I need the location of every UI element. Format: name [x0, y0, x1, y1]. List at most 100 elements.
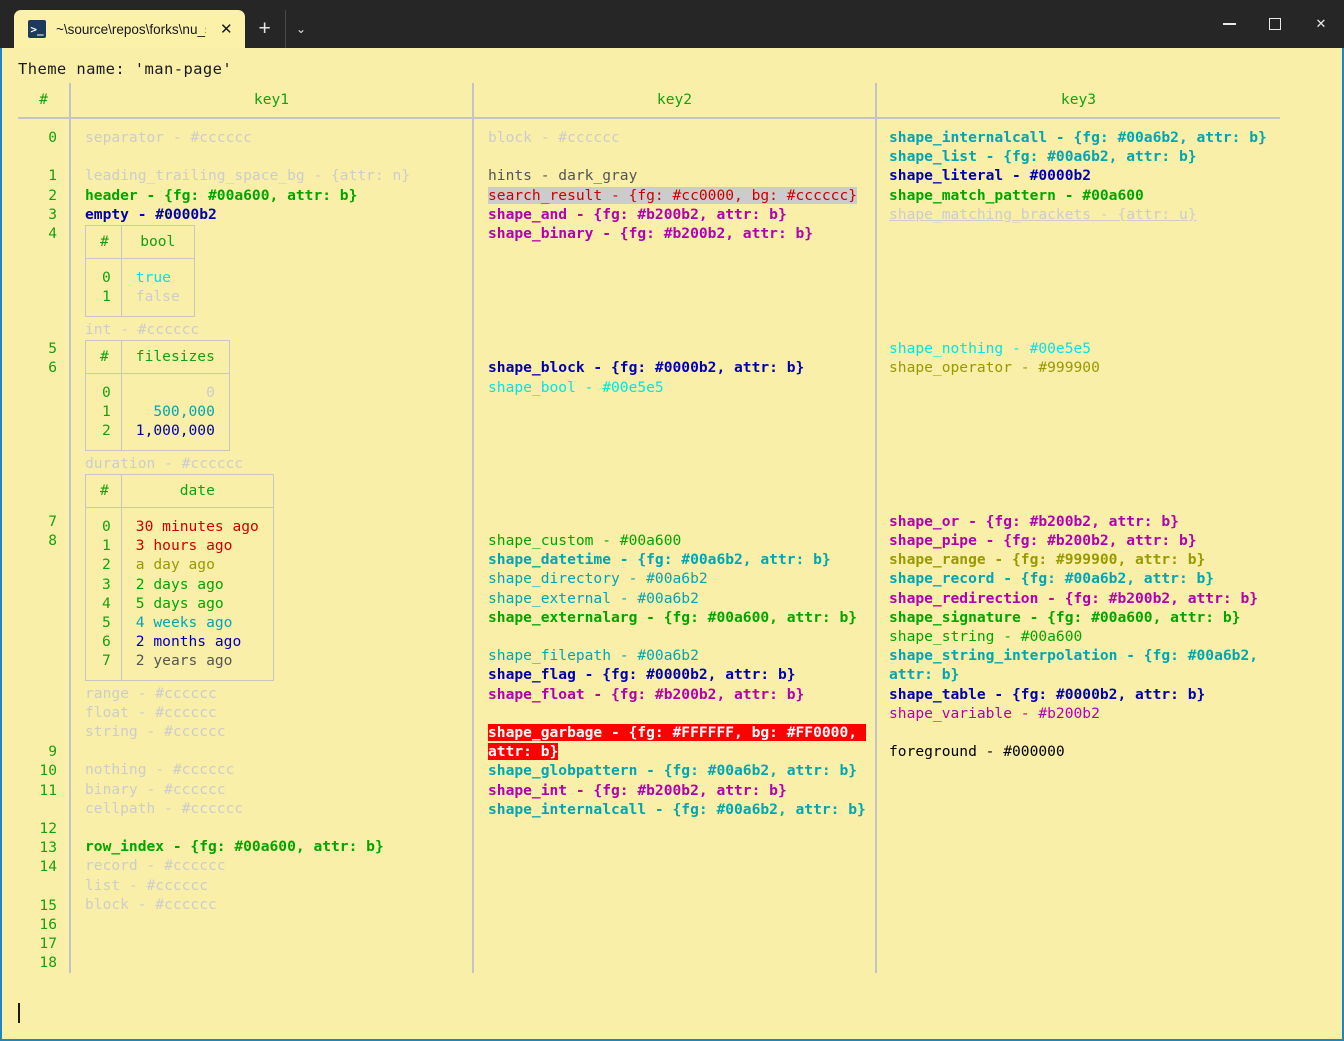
row-number: 7 — [48, 512, 57, 530]
bool-table-value: false — [135, 288, 180, 306]
filesizes-table-row: 1 500,000 — [85, 402, 230, 422]
date-table-row-index: 1 — [85, 536, 122, 556]
date-table-header-row: # date — [85, 474, 274, 509]
key1-line: cellpath - #cccccc — [85, 799, 472, 818]
key3-line — [889, 224, 1280, 243]
date-table-row-index: 7 — [85, 651, 122, 681]
key2-line — [488, 147, 875, 166]
bool-table-header-cell: bool — [121, 225, 195, 260]
key1-line: list - #cccccc — [85, 876, 472, 895]
tab-close-icon[interactable]: ✕ — [216, 20, 237, 38]
row-spacer — [18, 627, 69, 646]
terminal-viewport[interactable]: Theme name: 'man-page' # key1 key2 key3 — [0, 48, 1344, 1041]
row-spacer — [18, 569, 69, 588]
key1-line: float - #cccccc — [85, 703, 472, 722]
line-text: shape_record - {fg: #00a6b2, attr: b} — [889, 570, 1215, 588]
row-number: 13 — [39, 839, 57, 857]
key3-line: shape_matching_brackets - {attr: u} — [889, 205, 1280, 224]
date-table-value: 4 weeks ago — [135, 614, 233, 632]
key1-line — [85, 818, 472, 837]
date-table-row: 4 5 days ago — [85, 593, 274, 614]
line-text: foreground - #000000 — [889, 743, 1065, 761]
bool-table-value: true — [135, 269, 171, 287]
filesizes-table-header-row: # filesizes — [85, 340, 230, 375]
filesizes-table-row-index: 2 — [85, 421, 122, 451]
date-table: # date 0 30 minutes ago 1 3 hours ago 2 a day a… — [85, 473, 274, 681]
key3-line: shape_range - {fg: #999900, attr: b} — [889, 550, 1280, 569]
date-table-value: 2 years ago — [135, 652, 233, 670]
key1-line: string - #cccccc — [85, 722, 472, 741]
date-table-row: 3 2 days ago — [85, 574, 274, 594]
filesizes-table-row: 2 1,000,000 — [85, 421, 230, 451]
key2-head-lines: block - #cccccc hints - dark_gray search_… — [488, 128, 875, 569]
date-table-header-cell: date — [121, 474, 274, 509]
maximize-icon — [1269, 18, 1281, 30]
key2-line: shape_bool - #00e5e5 — [488, 378, 875, 397]
line-text: shape_matching_brackets - {attr: u} — [889, 205, 1197, 223]
key1-duration-text: duration - #cccccc — [85, 454, 472, 473]
key3-line: shape_variable - #b200b2 — [889, 704, 1280, 723]
key3-line: shape_string_interpolation - {fg: #00a6b… — [889, 646, 1280, 684]
close-button[interactable]: ✕ — [1298, 0, 1344, 48]
key1-line — [85, 741, 472, 760]
key2-line: shape_filepath - #00a6b2 — [488, 646, 875, 665]
key3-line: shape_record - {fg: #00a6b2, attr: b} — [889, 569, 1280, 588]
key1-line: separator - #cccccc — [85, 128, 472, 147]
key1-line: row_index - {fg: #00a600, attr: b} — [85, 837, 472, 856]
key2-line: shape_and - {fg: #b200b2, attr: b} — [488, 205, 875, 224]
key2-tail-lines: shape_directory - #00a6b2 shape_external … — [488, 569, 875, 819]
line-text: shape_literal - #0000b2 — [889, 167, 1092, 185]
row-spacer — [18, 550, 69, 569]
minimize-icon — [1222, 23, 1236, 25]
line-text: record - #cccccc — [85, 857, 226, 875]
row-number: 12 — [39, 819, 57, 837]
row-spacer — [18, 608, 69, 627]
text-cursor — [18, 1003, 20, 1023]
key2-line — [488, 397, 875, 416]
minimize-button[interactable] — [1206, 0, 1252, 48]
key2-line: shape_custom - #00a600 — [488, 531, 875, 550]
line-text: int - #cccccc — [85, 320, 200, 338]
maximize-button[interactable] — [1252, 0, 1298, 48]
chevron-down-icon[interactable]: ⌄ — [284, 10, 317, 48]
line-text: nothing - #cccccc — [85, 761, 235, 779]
key1-line: block - #cccccc — [85, 895, 472, 914]
key3-line — [889, 243, 1280, 262]
key3-line: shape_signature - {fg: #00a600, attr: b} — [889, 608, 1280, 627]
row-spacer — [18, 282, 69, 301]
row-number: 3 — [48, 205, 57, 223]
date-table-row-index: 3 — [85, 574, 122, 594]
row-spacer — [18, 243, 69, 262]
line-text: leading_trailing_space_bg - {attr: n} — [85, 167, 411, 185]
date-table-row: 2 a day ago — [85, 555, 274, 575]
filesizes-table-value: 0 — [206, 384, 215, 402]
row-spacer — [18, 416, 69, 435]
key3-line — [889, 723, 1280, 742]
line-text: shape_bool - #00e5e5 — [488, 378, 664, 396]
key2-line: shape_externalarg - {fg: #00a600, attr: … — [488, 608, 875, 627]
row-spacer — [18, 646, 69, 665]
tab-nu-script[interactable]: >_ ~\source\repos\forks\nu_scrip ✕ — [14, 10, 245, 48]
row-spacer — [18, 147, 69, 166]
line-text: shape_signature - {fg: #00a600, attr: b} — [889, 608, 1241, 626]
key1-line: header - {fg: #00a600, attr: b} — [85, 186, 472, 205]
date-table-value: a day ago — [135, 556, 215, 574]
filesizes-table-header-cell: filesizes — [121, 340, 230, 375]
row-number: 1 — [48, 167, 57, 185]
key2-line: shape_garbage - {fg: #FFFFFF, bg: #FF000… — [488, 723, 875, 761]
key2-line — [488, 435, 875, 454]
filesizes-table-header-cell: # — [85, 340, 122, 375]
date-table-value: 2 days ago — [135, 575, 224, 593]
new-tab-button[interactable]: + — [245, 10, 285, 48]
theme-name-line: Theme name: 'man-page' — [18, 60, 233, 78]
key2-line — [488, 627, 875, 646]
row-number: 5 — [48, 340, 57, 358]
filesizes-table-row-index: 0 — [85, 373, 122, 403]
filesizes-table-row: 00 — [85, 373, 230, 403]
key3-line: shape_match_pattern - #00a600 — [889, 186, 1280, 205]
key3-line — [889, 301, 1280, 320]
key2-line — [488, 512, 875, 531]
line-text: list - #cccccc — [85, 876, 209, 894]
line-text: binary - #cccccc — [85, 780, 226, 798]
key3-line — [889, 378, 1280, 397]
